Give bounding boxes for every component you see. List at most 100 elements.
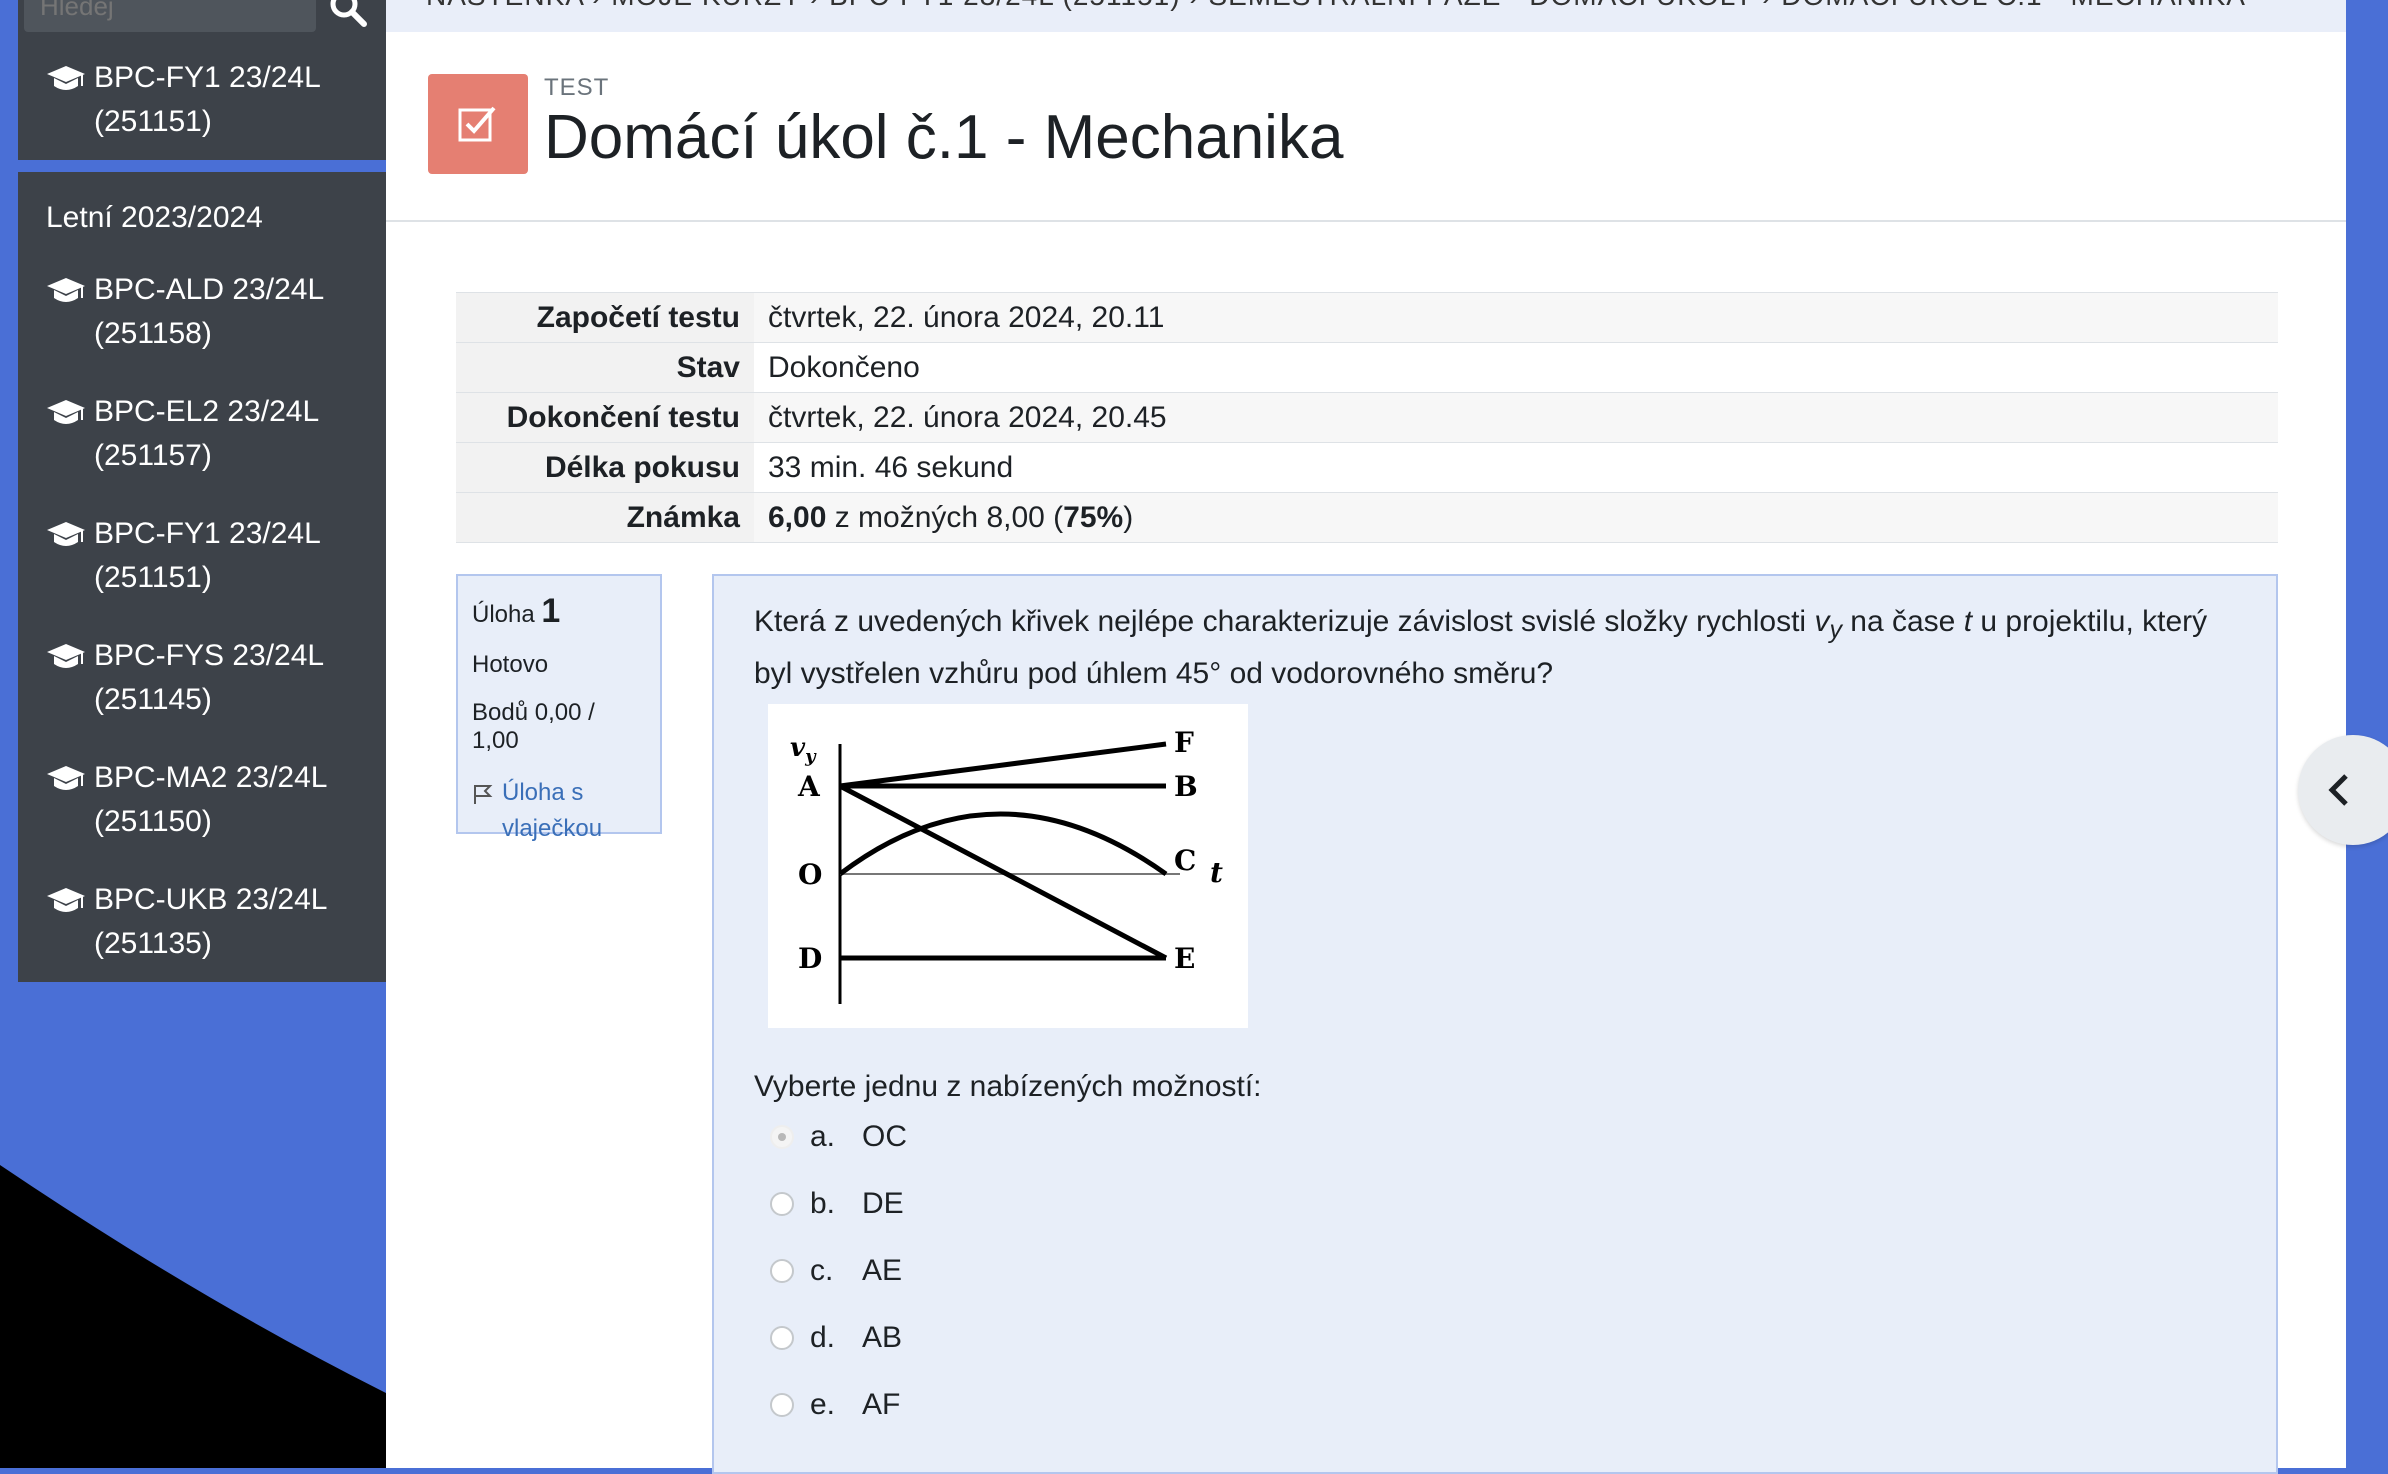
row-value: čtvrtek, 22. února 2024, 20.11 <box>754 292 2278 343</box>
graduation-cap-icon <box>47 66 85 90</box>
grade-max: z možných 8,00 ( <box>826 500 1064 534</box>
row-value: 33 min. 46 sekund <box>754 442 2278 493</box>
radio-button[interactable] <box>770 1393 794 1417</box>
table-row: Známka 6,00 z možných 8,00 (75%) <box>456 492 2278 543</box>
sidebar-course-top[interactable]: BPC-FY1 23/24L (251151) <box>46 56 376 144</box>
label-E: E <box>1174 942 1195 975</box>
attempt-summary-table: Započetí testu čtvrtek, 22. února 2024, … <box>456 292 2278 543</box>
label-B: B <box>1174 770 1198 803</box>
option-label: DE <box>862 1187 904 1220</box>
breadcrumb-item[interactable]: SEMESTRÁLNÍ FÁZE - DOMÁCÍ ÚKOLY <box>1208 0 1753 11</box>
sidebar-course-item[interactable]: BPC-FY1 23/24L (251151) <box>46 512 376 600</box>
term-label: Letní 2023/2024 <box>46 201 263 234</box>
table-row: Délka pokusu 33 min. 46 sekund <box>456 442 2278 493</box>
option-letter: b. <box>810 1187 836 1220</box>
sidebar-course-item[interactable]: BPC-UKB 23/24L (251135) <box>46 878 376 966</box>
breadcrumb-item[interactable]: DOMÁCÍ ÚKOL Č.1 - MECHANIKA <box>1781 0 2246 11</box>
velocity-graph-figure: vy A O D F B C t E <box>768 704 1248 1028</box>
breadcrumb-separator: › <box>592 0 611 11</box>
row-value: 6,00 z možných 8,00 (75%) <box>754 492 2278 543</box>
breadcrumb-separator: › <box>1762 0 1781 11</box>
question-info: Úloha 1 Hotovo Bodů 0,00 / 1,00 Úloha s … <box>456 574 662 842</box>
breadcrumb-bar: NÁSTĚNKA › MOJE KURZY › BPC-FY1 23/24L (… <box>386 0 2346 32</box>
row-label: Známka <box>456 492 754 543</box>
table-row: Dokončení testu čtvrtek, 22. února 2024,… <box>456 392 2278 443</box>
course-id: (251151) <box>94 561 212 594</box>
breadcrumb-separator: › <box>810 0 829 11</box>
graduation-cap-icon <box>47 522 85 546</box>
option-label: AF <box>862 1388 901 1421</box>
row-value: Dokončeno <box>754 342 2278 393</box>
main-content: NÁSTĚNKA › MOJE KURZY › BPC-FY1 23/24L (… <box>386 0 2346 1474</box>
activity-type-label: TEST <box>544 74 610 101</box>
course-id: (251150) <box>94 805 212 838</box>
search-icon[interactable] <box>328 0 368 28</box>
search-block: BPC-FY1 23/24L (251151) <box>18 0 386 160</box>
course-id: (251158) <box>94 317 212 350</box>
answer-option-a[interactable]: a. OC <box>770 1120 907 1154</box>
breadcrumb-item[interactable]: NÁSTĚNKA <box>426 0 583 11</box>
breadcrumb-item[interactable]: BPC-FY1 23/24L (251151) <box>829 0 1180 11</box>
curve-AF <box>839 741 1167 789</box>
label-O: O <box>798 858 822 891</box>
course-code: BPC-FY1 23/24L <box>94 61 321 94</box>
graduation-cap-icon <box>47 400 85 424</box>
course-code: BPC-FY1 23/24L <box>94 517 321 550</box>
graduation-cap-icon <box>47 766 85 790</box>
answer-option-b[interactable]: b. DE <box>770 1187 904 1221</box>
flag-question-link[interactable]: Úloha s vlaječkou <box>472 775 646 847</box>
page-header: TEST Domácí úkol č.1 - Mechanika <box>386 32 2346 222</box>
label-F: F <box>1174 726 1194 759</box>
option-letter: c. <box>810 1254 834 1287</box>
row-label: Stav <box>456 342 754 393</box>
radio-button[interactable] <box>770 1125 794 1149</box>
question-number: Úloha 1 <box>472 592 646 631</box>
answer-prompt: Vyberte jednu z nabízených možností: <box>754 1070 1262 1103</box>
label-C: C <box>1174 844 1196 877</box>
option-letter: e. <box>810 1388 836 1421</box>
question-number-value: 1 <box>541 592 561 630</box>
sidebar-course-item[interactable]: BPC-EL2 23/24L (251157) <box>46 390 376 478</box>
breadcrumb-item[interactable]: MOJE KURZY <box>611 0 801 11</box>
label-vy: vy <box>790 733 817 767</box>
option-letter: d. <box>810 1321 836 1354</box>
divider <box>18 160 386 172</box>
answer-option-c[interactable]: c. AE <box>770 1254 902 1288</box>
search-input[interactable] <box>24 0 316 32</box>
variable-t: t <box>1963 605 1973 638</box>
option-letter: a. <box>810 1120 836 1153</box>
sidebar-course-item[interactable]: BPC-ALD 23/24L (251158) <box>46 268 376 356</box>
grade-value: 6,00 <box>768 500 827 534</box>
radio-button[interactable] <box>770 1326 794 1350</box>
label-A: A <box>797 770 821 803</box>
page-title: Domácí úkol č.1 - Mechanika <box>544 103 1344 172</box>
course-list: Letní 2023/2024 BPC-ALD 23/24L (251158) B… <box>18 172 386 982</box>
option-label: OC <box>862 1120 907 1153</box>
sidebar-course-item[interactable]: BPC-FYS 23/24L (251145) <box>46 634 376 722</box>
question-prefix: Úloha <box>472 601 535 628</box>
graduation-cap-icon <box>47 278 85 302</box>
question-text: Která z uvedených křivek nejlépe charakt… <box>754 600 2214 696</box>
answer-option-e[interactable]: e. AF <box>770 1388 900 1422</box>
answer-option-d[interactable]: d. AB <box>770 1321 902 1355</box>
row-label: Dokončení testu <box>456 392 754 443</box>
label-D: D <box>798 942 822 975</box>
course-id: (251135) <box>94 927 212 960</box>
label-t: t <box>1210 856 1223 889</box>
sidebar-course-item[interactable]: BPC-MA2 23/24L (251150) <box>46 756 376 844</box>
breadcrumb-separator: › <box>1189 0 1208 11</box>
row-value: čtvrtek, 22. února 2024, 20.45 <box>754 392 2278 443</box>
row-label: Započetí testu <box>456 292 754 343</box>
course-id: (251151) <box>94 105 212 138</box>
radio-button[interactable] <box>770 1259 794 1283</box>
radio-button[interactable] <box>770 1192 794 1216</box>
graduation-cap-icon <box>47 888 85 912</box>
question-text-part: Která z uvedených křivek nejlépe charakt… <box>754 605 1815 638</box>
course-code: BPC-UKB 23/24L <box>94 883 328 916</box>
breadcrumb: NÁSTĚNKA › MOJE KURZY › BPC-FY1 23/24L (… <box>426 0 2246 12</box>
course-id: (251145) <box>94 683 212 716</box>
question-state: Hotovo <box>472 651 549 678</box>
course-code: BPC-EL2 23/24L <box>94 395 320 428</box>
table-row: Započetí testu čtvrtek, 22. února 2024, … <box>456 292 2278 343</box>
course-id: (251157) <box>94 439 212 472</box>
